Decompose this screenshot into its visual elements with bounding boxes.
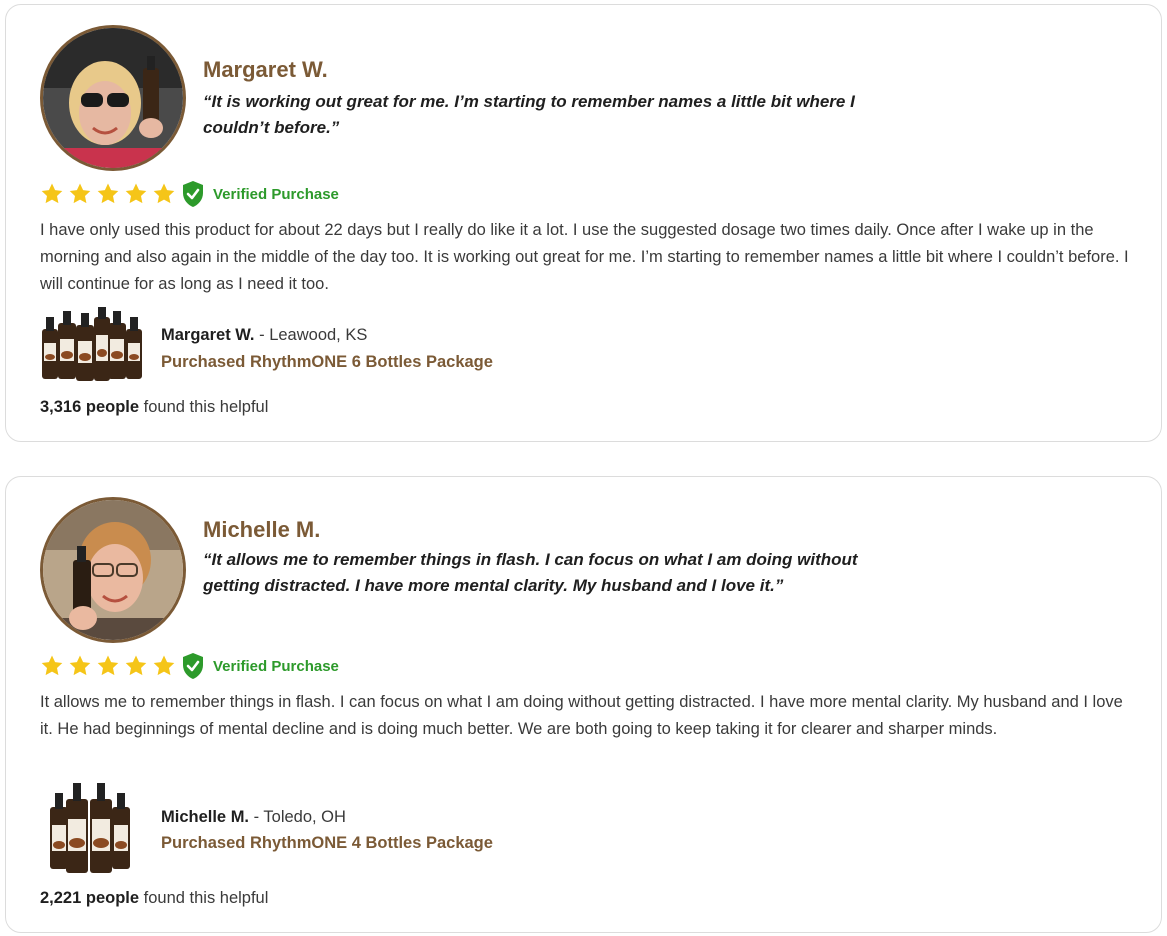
star-icon [69, 183, 91, 204]
rating-row: Verified Purchase [40, 652, 339, 680]
reviewer-avatar [40, 497, 186, 643]
review-card: Michelle M. “It allows me to remember th… [5, 476, 1162, 933]
headline-quote: “It allows me to remember things in flas… [203, 550, 858, 595]
buyer-name: Michelle M. [161, 808, 250, 826]
reviewer-name: Margaret W. [203, 57, 328, 82]
verified-purchase-label: Verified Purchase [213, 657, 339, 675]
star-icon [153, 655, 175, 676]
shield-check-icon [183, 181, 203, 207]
star-icon [97, 183, 119, 204]
buyer-location: - Toledo, OH [249, 808, 346, 826]
star-icon [41, 183, 63, 204]
verified-purchase-label: Verified Purchase [213, 185, 339, 203]
purchased-package: Purchased RhythmONE 4 Bottles Package [161, 834, 493, 852]
buyer-location: - Leawood, KS [254, 326, 368, 344]
review-card: Margaret W. “It is working out great for… [5, 4, 1162, 442]
helpful-number: 3,316 people [40, 398, 140, 416]
helpful-suffix: found this helpful [139, 398, 269, 416]
buyer-info: Michelle M. - Toledo, OH [161, 808, 346, 827]
helpful-count: 2,221 people found this helpful [40, 889, 268, 908]
rating-row: Verified Purchase [40, 180, 339, 208]
review-body: It allows me to remember things in flash… [40, 693, 1123, 738]
star-icon [153, 183, 175, 204]
helpful-suffix: found this helpful [139, 889, 269, 907]
helpful-count: 3,316 people found this helpful [40, 398, 268, 417]
review-body: I have only used this product for about … [40, 221, 1129, 293]
star-icon [97, 655, 119, 676]
product-bottles-image [42, 307, 142, 381]
buyer-name: Margaret W. [161, 326, 255, 344]
purchased-package: Purchased RhythmONE 6 Bottles Package [161, 353, 493, 371]
star-icon [41, 655, 63, 676]
reviewer-name: Michelle M. [203, 517, 321, 542]
shield-check-icon [183, 653, 203, 679]
buyer-info: Margaret W. - Leawood, KS [161, 326, 367, 345]
helpful-number: 2,221 people [40, 889, 140, 907]
star-icon [125, 655, 147, 676]
star-icon [125, 183, 147, 204]
star-icon [69, 655, 91, 676]
reviewer-avatar [40, 25, 186, 171]
product-bottles-image [50, 783, 130, 873]
headline-quote: “It is working out great for me. I’m sta… [203, 92, 855, 137]
